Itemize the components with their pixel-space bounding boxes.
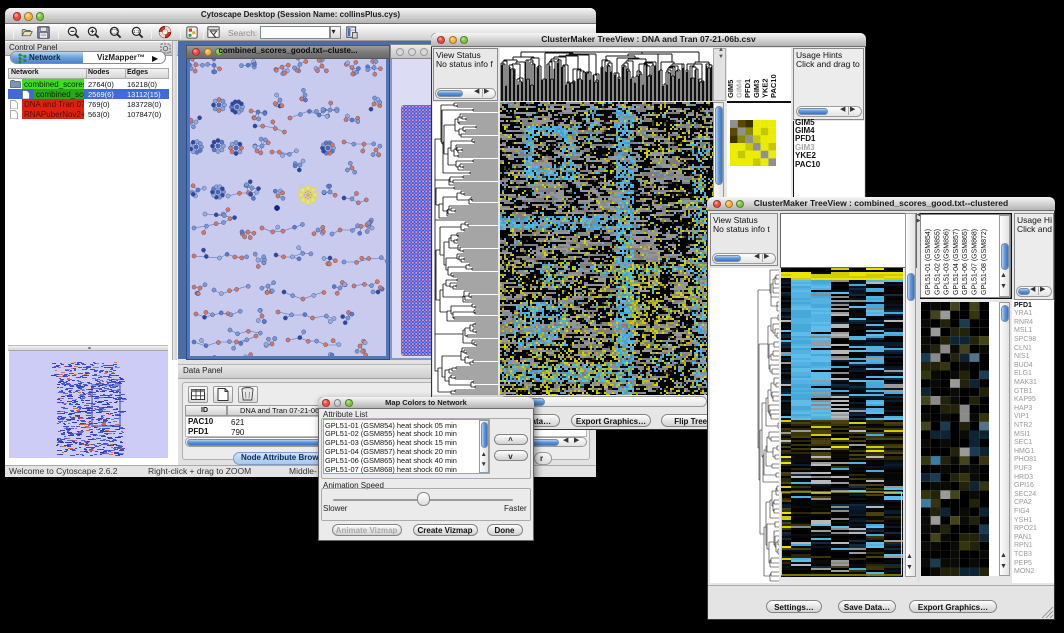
svg-text:GPL51-04 (GSM857): GPL51-04 (GSM857) xyxy=(953,229,960,295)
svg-text:GPL51-01 (GSM854): GPL51-01 (GSM854) xyxy=(925,229,932,295)
svg-text:GPL51-07 (GSM868): GPL51-07 (GSM868) xyxy=(972,229,979,295)
svg-text:GPL51-02 (GSM855): GPL51-02 (GSM855) xyxy=(934,229,941,295)
svg-text:1:1: 1:1 xyxy=(133,29,140,34)
svg-text:PAC10: PAC10 xyxy=(769,74,778,98)
svg-text:GPL51-06 (GSM865): GPL51-06 (GSM865) xyxy=(962,229,969,295)
svg-text:GPL51-08 (GSM872): GPL51-08 (GSM872) xyxy=(981,229,988,295)
svg-text:GPL51-03 (GSM856): GPL51-03 (GSM856) xyxy=(944,229,951,295)
